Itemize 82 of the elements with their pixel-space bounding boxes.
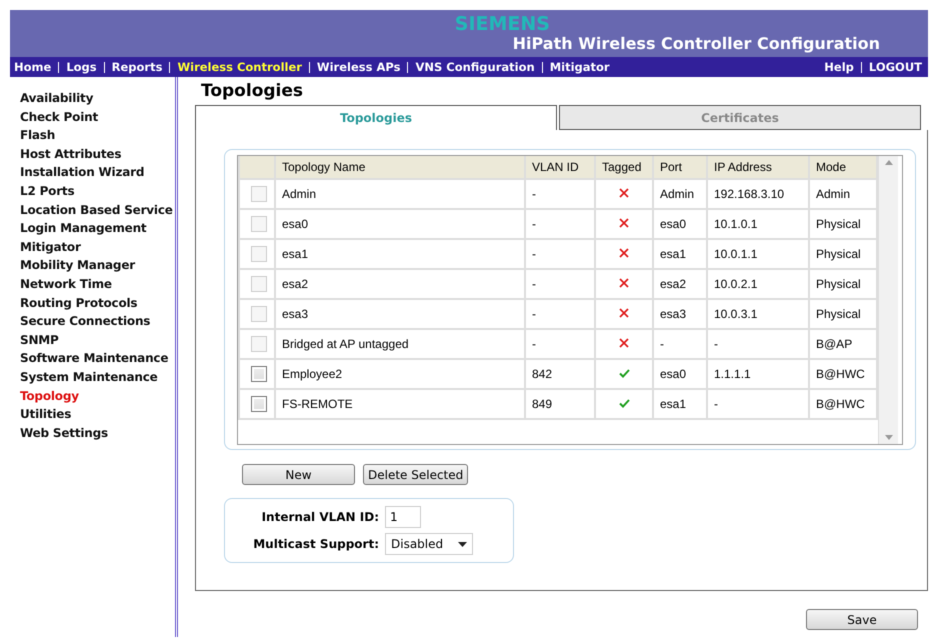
multicast-dropdown[interactable]: Disabled <box>385 533 473 555</box>
nav-link[interactable]: Help <box>824 60 854 74</box>
sidebar-item[interactable]: Host Attributes <box>20 144 175 164</box>
nav-link[interactable]: Wireless APs <box>316 60 400 74</box>
table-cell: esa2 <box>275 269 525 299</box>
table-cell: 10.0.2.1 <box>707 269 809 299</box>
sidebar-item[interactable]: Routing Protocols <box>20 294 175 312</box>
sidebar-item[interactable]: L2 Ports <box>20 182 175 201</box>
nav-link[interactable]: Logs <box>66 60 97 74</box>
table-cell: 192.168.3.10 <box>707 179 809 209</box>
table-cell: Bridged at AP untagged <box>275 329 525 359</box>
table-cell: - <box>525 239 595 269</box>
sidebar-item[interactable]: Network Time <box>20 274 175 294</box>
row-checkbox[interactable] <box>251 366 267 382</box>
table-cell: esa2 <box>653 269 707 299</box>
table-cell: Employee2 <box>275 359 525 389</box>
table-cell: esa1 <box>653 389 707 419</box>
sidebar-item[interactable]: Web Settings <box>20 424 175 442</box>
caret-icon <box>458 542 467 546</box>
column-header: Tagged <box>595 156 653 179</box>
save-button[interactable]: Save <box>806 609 918 630</box>
table-cell: - <box>525 179 595 209</box>
table-cell: esa3 <box>275 299 525 329</box>
field-label: Multicast Support: <box>252 537 380 551</box>
sidebar-item[interactable]: Check Point <box>20 108 175 126</box>
sidebar-item[interactable]: Mitigator <box>20 238 175 256</box>
brand-logo: SIEMENS <box>454 14 550 34</box>
sidebar-item[interactable]: Installation Wizard <box>20 163 175 182</box>
table-cell: esa1 <box>275 239 525 269</box>
column-header: Mode <box>809 156 877 179</box>
field-label: Internal VLAN ID: <box>260 510 380 524</box>
table-cell: - <box>653 329 707 359</box>
sidebar-item[interactable]: Availability <box>20 89 175 108</box>
table-cell: FS-REMOTE <box>275 389 525 419</box>
table-cell: - <box>525 299 595 329</box>
table-cell: esa0 <box>653 209 707 239</box>
nav-link[interactable]: VNS Configuration <box>415 60 535 74</box>
sidebar-item[interactable]: Secure Connections <box>20 312 175 331</box>
sidebar-item[interactable]: Topology <box>20 386 175 406</box>
nav-link[interactable]: Wireless Controller <box>177 60 302 74</box>
table-cell: Admin <box>653 179 707 209</box>
table-cell: - <box>525 209 595 239</box>
action-button[interactable]: Delete Selected <box>363 464 468 485</box>
sidebar-item[interactable]: Location Based Service <box>20 200 175 220</box>
table-cell: 10.0.3.1 <box>707 299 809 329</box>
table-cell: - <box>525 269 595 299</box>
sidebar-item[interactable]: Software Maintenance <box>20 349 175 368</box>
table-cell: esa0 <box>275 209 525 239</box>
column-header: Port <box>653 156 707 179</box>
page-title: Topologies <box>201 81 304 101</box>
table-cell: Admin <box>275 179 525 209</box>
row-checkbox[interactable] <box>251 396 267 412</box>
sidebar-item[interactable]: Login Management <box>20 219 175 238</box>
column-header: Topology Name <box>275 156 525 179</box>
column-header: IP Address <box>707 156 809 179</box>
scrollbar[interactable] <box>878 156 898 444</box>
table-cell: - <box>707 389 809 419</box>
table-cell: 10.1.0.1 <box>707 209 809 239</box>
table-cell: 10.0.1.1 <box>707 239 809 269</box>
table-cell: esa3 <box>653 299 707 329</box>
app-title: HiPath Wireless Controller Configuration <box>512 34 880 54</box>
sidebar-item[interactable]: SNMP <box>20 330 175 350</box>
column-header: VLAN ID <box>525 156 595 179</box>
vlan-id-field[interactable]: 1 <box>385 506 421 528</box>
sidebar-item[interactable]: Mobility Manager <box>20 256 175 275</box>
nav-link[interactable]: Reports <box>112 60 162 74</box>
table-cell: esa0 <box>653 359 707 389</box>
table-cell: 842 <box>525 359 595 389</box>
table-cell: - <box>707 329 809 359</box>
nav-link[interactable]: LOGOUT <box>868 60 922 74</box>
sidebar-item[interactable]: Utilities <box>20 405 175 424</box>
scroll-up-icon[interactable] <box>884 160 892 165</box>
nav-link[interactable]: Mitigator <box>550 60 610 74</box>
table-cell: 849 <box>525 389 595 419</box>
table-cell: esa1 <box>653 239 707 269</box>
table-cell: - <box>525 329 595 359</box>
sidebar-item[interactable]: System Maintenance <box>20 368 175 386</box>
scroll-down-icon[interactable] <box>884 435 892 440</box>
table-cell: 1.1.1.1 <box>707 359 809 389</box>
nav-link[interactable]: Home <box>14 60 52 74</box>
sidebar-item[interactable]: Flash <box>20 126 175 145</box>
action-button[interactable]: New <box>242 464 355 485</box>
